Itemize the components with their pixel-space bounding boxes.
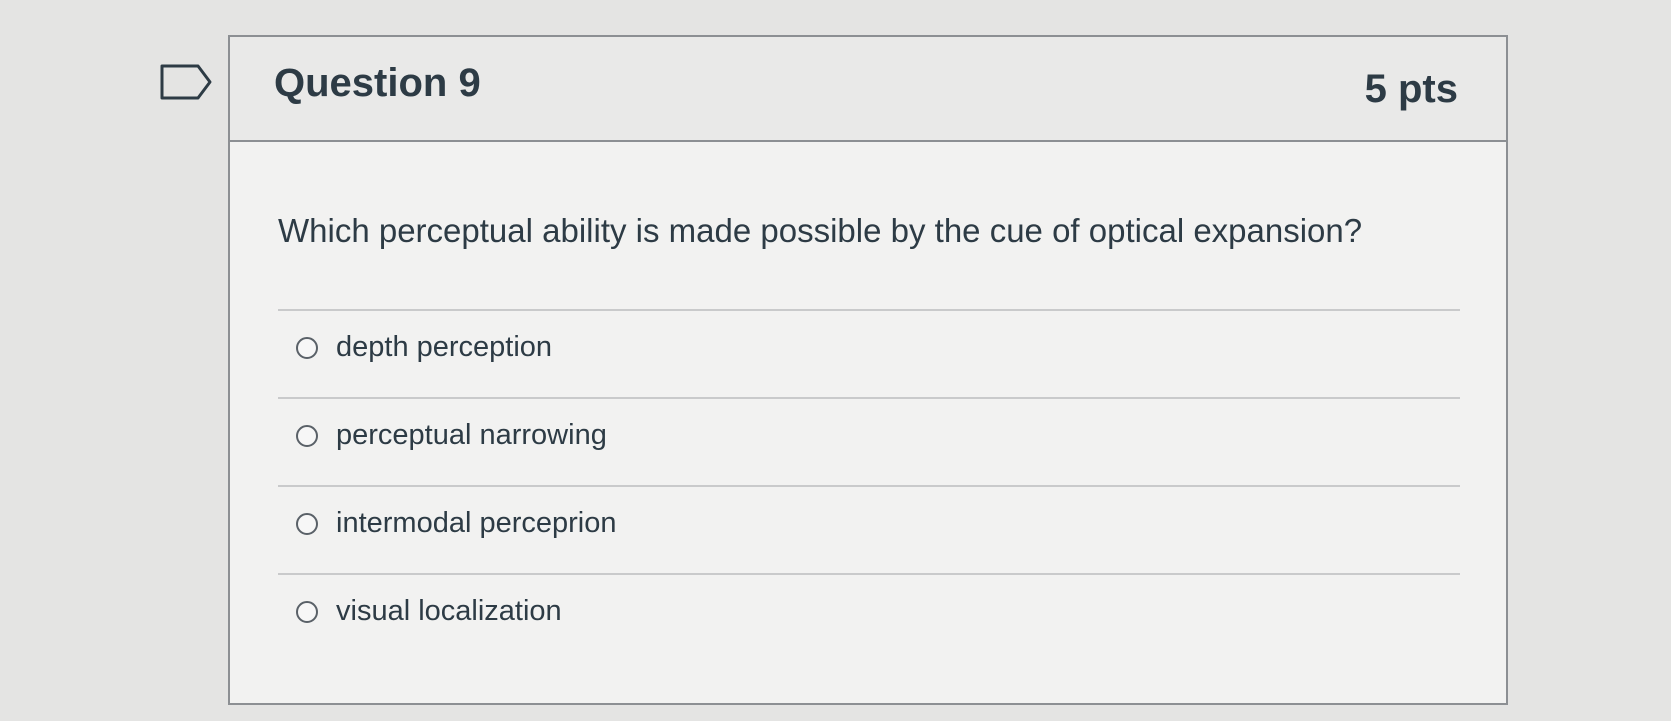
answer-label[interactable]: perceptual narrowing (336, 419, 607, 452)
question-header: Question 9 5 pts (230, 37, 1506, 142)
answer-label[interactable]: intermodal perceprion (336, 507, 616, 540)
question-text: Which perceptual ability is made possibl… (278, 212, 1363, 249)
radio-button-icon[interactable] (296, 601, 318, 623)
question-points: 5 pts (1364, 67, 1458, 111)
answer-label[interactable]: visual localization (336, 595, 562, 628)
radio-button-icon[interactable] (296, 337, 318, 359)
answer-option-depth-perception[interactable]: depth perception (278, 309, 1460, 397)
answer-option-intermodal-perceprion[interactable]: intermodal perceprion (278, 485, 1460, 573)
radio-button-icon[interactable] (296, 513, 318, 535)
question-title: Question 9 (274, 61, 481, 105)
answer-label[interactable]: depth perception (336, 331, 552, 364)
question-card: Question 9 5 pts Which perceptual abilit… (228, 35, 1508, 705)
radio-button-icon[interactable] (296, 425, 318, 447)
answer-option-visual-localization[interactable]: visual localization (278, 573, 1460, 661)
bookmark-flag-icon[interactable] (160, 64, 212, 100)
answer-option-perceptual-narrowing[interactable]: perceptual narrowing (278, 397, 1460, 485)
answer-list: depth perception perceptual narrowing in… (278, 309, 1460, 661)
